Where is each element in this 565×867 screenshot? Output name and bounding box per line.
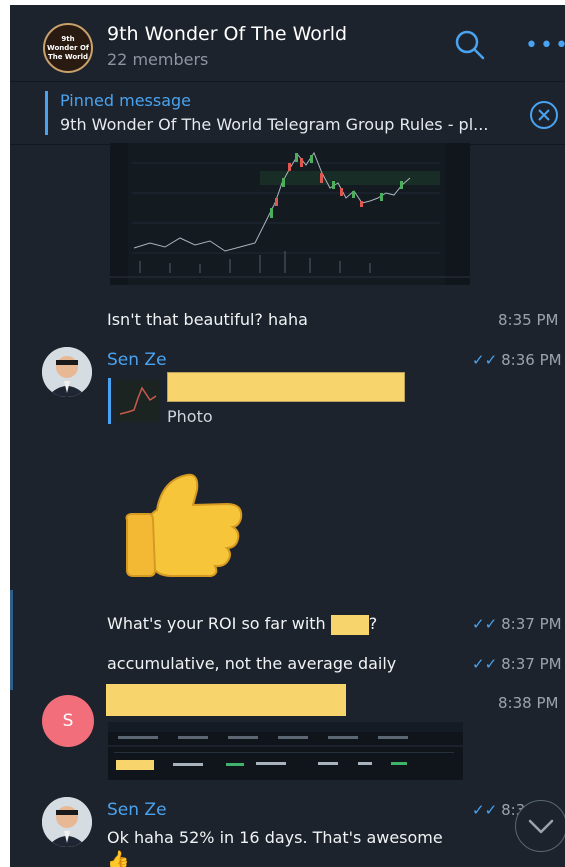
selection-indicator: [10, 590, 13, 690]
double-check-icon: ✓✓: [472, 351, 498, 369]
search-icon[interactable]: [454, 29, 486, 61]
double-check-icon: ✓✓: [472, 615, 498, 633]
close-icon[interactable]: [529, 100, 559, 130]
sender-name[interactable]: Sen Ze: [107, 350, 167, 370]
message-list[interactable]: Isn't that beautiful? haha 8:35 PM Sen Z…: [10, 143, 565, 867]
message-time: ✓✓ 8:37 PM: [472, 615, 562, 633]
avatar[interactable]: S: [42, 695, 94, 747]
sender-name[interactable]: Sen Ze: [107, 800, 167, 820]
reply-accent-bar: [108, 378, 111, 424]
pinned-accent-bar: [45, 91, 48, 135]
thumbs-up-icon: [125, 473, 243, 577]
chevron-down-icon: [528, 819, 554, 834]
group-avatar[interactable]: 9th Wonder Of The World: [43, 23, 93, 73]
table-screenshot[interactable]: [108, 722, 463, 780]
message-text: accumulative, not the average daily: [107, 654, 397, 673]
pinned-text: 9th Wonder Of The World Telegram Group R…: [60, 115, 489, 134]
message-time: ✓✓ 8:36 PM: [472, 351, 562, 369]
redacted-block: [106, 684, 346, 716]
avatar[interactable]: [42, 797, 92, 847]
chart-photo[interactable]: [110, 143, 470, 285]
redacted-block: [330, 614, 369, 635]
message-time: 8:38 PM: [498, 694, 559, 712]
message-text: Ok haha 52% in 16 days. That's awesome: [107, 828, 443, 847]
message-text: What's your ROI so far with ?: [107, 614, 378, 635]
message-time: 8:35 PM: [498, 311, 559, 329]
reply-label: Photo: [167, 407, 213, 426]
message-time: ✓✓ 8:37 PM: [472, 655, 562, 673]
double-check-icon: ✓✓: [472, 655, 498, 673]
chat-header: 9th Wonder Of The World 9th Wonder Of Th…: [10, 5, 565, 82]
reply-thumbnail[interactable]: [116, 380, 160, 422]
pinned-message-bar[interactable]: Pinned message 9th Wonder Of The World T…: [10, 82, 565, 145]
double-check-icon: ✓✓: [472, 801, 498, 819]
avatar[interactable]: [42, 347, 92, 397]
pinned-title: Pinned message: [60, 91, 192, 110]
thumbs-up-emoji: 👍: [107, 850, 130, 867]
chat-title[interactable]: 9th Wonder Of The World: [107, 23, 347, 45]
message-text: Isn't that beautiful? haha: [107, 310, 308, 329]
scroll-down-button[interactable]: [515, 800, 565, 852]
redacted-block: [167, 372, 405, 402]
more-icon[interactable]: •••: [525, 35, 565, 57]
chat-screen: 9th Wonder Of The World 9th Wonder Of Th…: [10, 5, 565, 867]
member-count: 22 members: [107, 50, 209, 69]
